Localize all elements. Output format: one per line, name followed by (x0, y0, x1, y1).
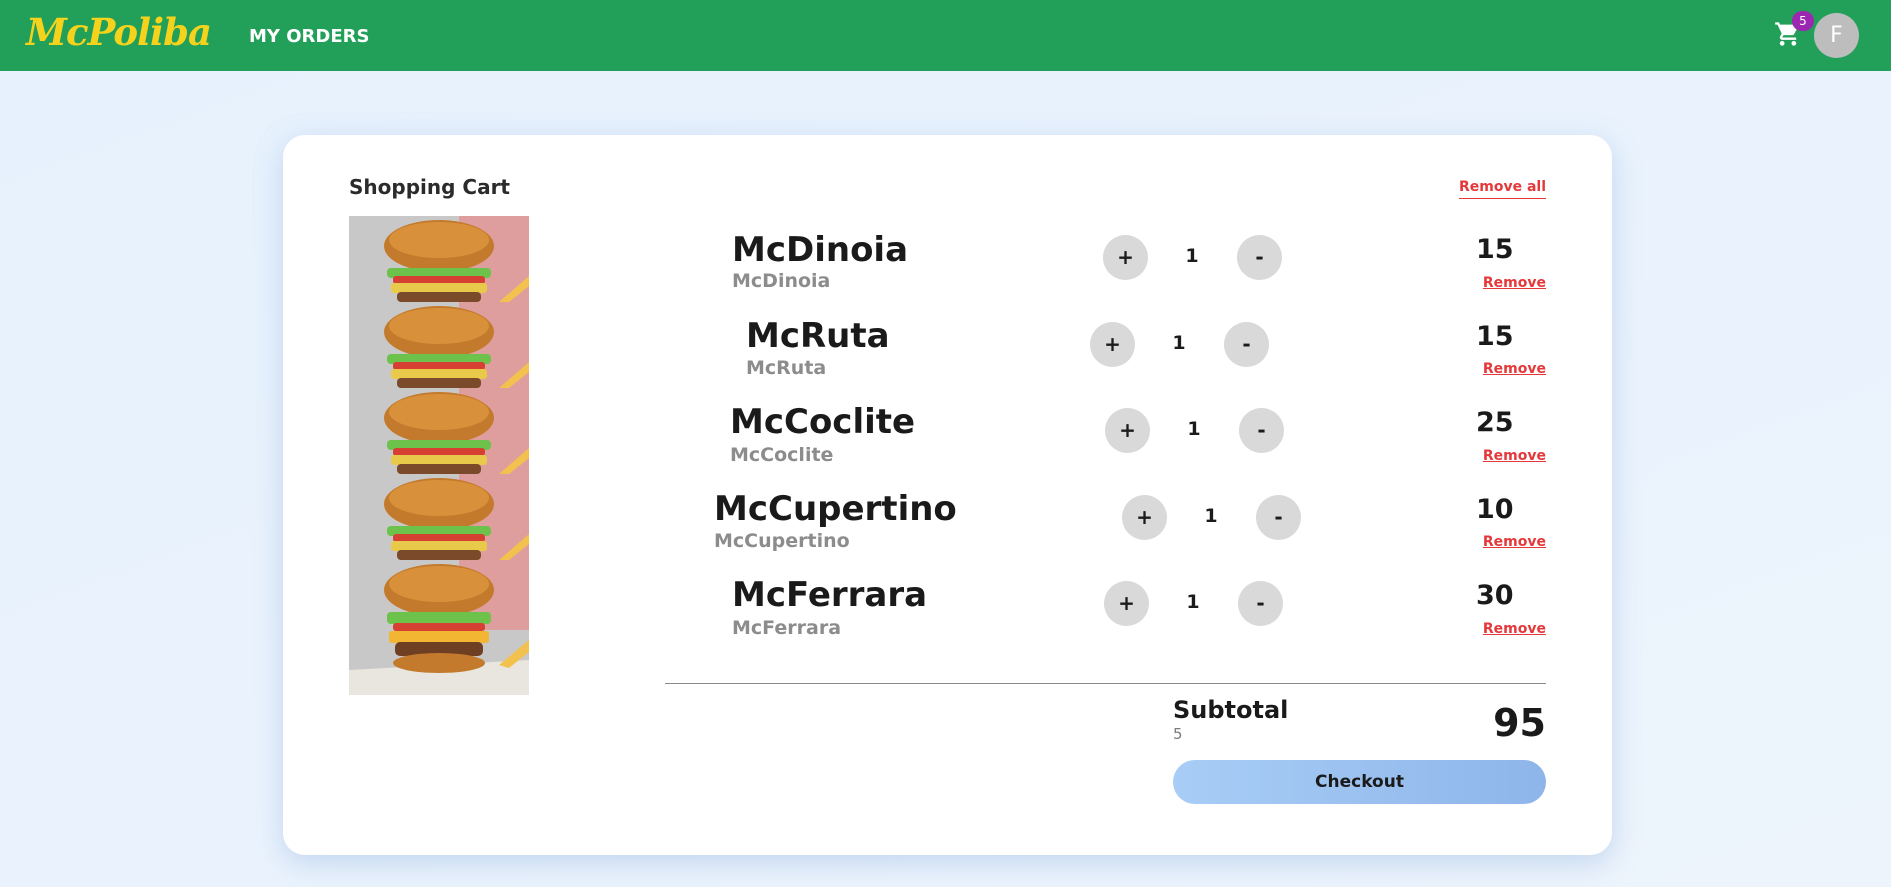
decrease-quantity-button[interactable]: - (1237, 235, 1282, 280)
subtotal-item-count: 5 (1173, 725, 1183, 743)
subtotal-value: 95 (1493, 701, 1546, 745)
item-price: 15 (1476, 234, 1514, 265)
cart-count-badge: 5 (1792, 11, 1814, 31)
item-name: McDinoia (732, 230, 909, 270)
remove-item-button[interactable]: Remove (1483, 621, 1546, 637)
item-price: 30 (1476, 580, 1514, 611)
cart-item: McRuta McRuta + 1 - 15 Remove (283, 316, 1612, 402)
logo[interactable]: McPoliba (26, 10, 212, 54)
item-name: McCupertino (714, 489, 957, 529)
increase-quantity-button[interactable]: + (1105, 408, 1150, 453)
item-subtitle: McRuta (746, 357, 827, 379)
divider (665, 683, 1546, 684)
quantity-value: 1 (1204, 505, 1218, 527)
remove-item-button[interactable]: Remove (1483, 534, 1546, 550)
subtotal-label: Subtotal (1173, 696, 1289, 724)
item-subtitle: McCoclite (730, 444, 834, 466)
item-subtitle: McCupertino (714, 530, 850, 552)
decrease-quantity-button[interactable]: - (1238, 581, 1283, 626)
cart-item: McCoclite McCoclite + 1 - 25 Remove (283, 402, 1612, 488)
quantity-value: 1 (1187, 418, 1201, 440)
item-name: McFerrara (732, 575, 928, 615)
quantity-value: 1 (1185, 245, 1199, 267)
shopping-cart-card: Shopping Cart Remove all McDinoia McDino… (283, 135, 1612, 855)
quantity-value: 1 (1172, 332, 1186, 354)
remove-item-button[interactable]: Remove (1483, 275, 1546, 291)
remove-all-button[interactable]: Remove all (1458, 179, 1546, 199)
top-navbar: McPoliba MY ORDERS 5 F (0, 0, 1891, 71)
decrease-quantity-button[interactable]: - (1256, 495, 1301, 540)
item-subtitle: McFerrara (732, 617, 842, 639)
item-name: McRuta (746, 316, 890, 356)
increase-quantity-button[interactable]: + (1122, 495, 1167, 540)
item-price: 10 (1476, 494, 1514, 525)
item-subtitle: McDinoia (732, 270, 831, 292)
nav-my-orders-link[interactable]: MY ORDERS (249, 26, 369, 47)
increase-quantity-button[interactable]: + (1104, 581, 1149, 626)
checkout-button[interactable]: Checkout (1173, 760, 1546, 804)
item-name: McCoclite (730, 402, 916, 442)
cart-item: McCupertino McCupertino + 1 - 10 Remove (283, 488, 1612, 574)
cart-title: Shopping Cart (349, 175, 510, 199)
item-price: 15 (1476, 321, 1514, 352)
remove-item-button[interactable]: Remove (1483, 448, 1546, 464)
cart-item: McFerrara McFerrara + 1 - 30 Remove (283, 575, 1612, 661)
increase-quantity-button[interactable]: + (1090, 322, 1135, 367)
cart-item: McDinoia McDinoia + 1 - 15 Remove (283, 230, 1612, 316)
remove-item-button[interactable]: Remove (1483, 361, 1546, 377)
decrease-quantity-button[interactable]: - (1239, 408, 1284, 453)
user-avatar[interactable]: F (1814, 13, 1859, 58)
increase-quantity-button[interactable]: + (1103, 235, 1148, 280)
item-price: 25 (1476, 407, 1514, 438)
decrease-quantity-button[interactable]: - (1224, 322, 1269, 367)
quantity-value: 1 (1186, 591, 1200, 613)
